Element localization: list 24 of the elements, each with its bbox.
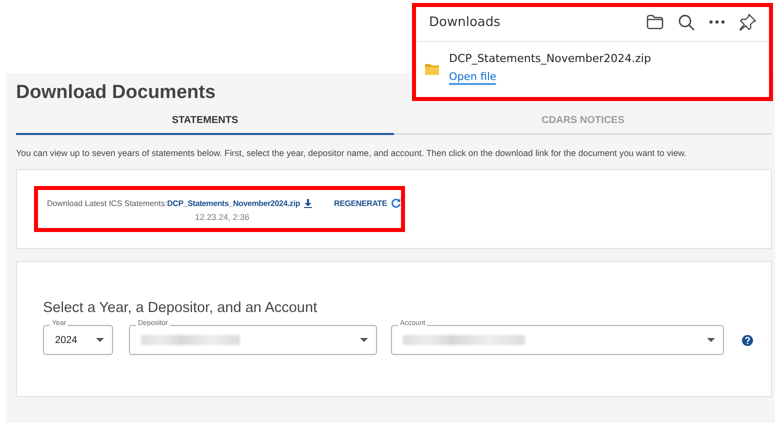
caret-icon [360, 338, 368, 342]
download-icon [304, 198, 312, 208]
file-name: DCP_Statements_November2024.zip [449, 52, 651, 65]
instructions-text: You can view up to seven years of statements below. First, select the year, depositor name, and account. Then click on the download link for the document you want to view. [16, 148, 688, 158]
caret-icon [707, 338, 715, 342]
selected-value: 2024 [55, 334, 78, 346]
year-select[interactable]: 2024 [43, 325, 113, 355]
refresh-icon [391, 198, 402, 208]
open-file-link[interactable]: Open file [449, 71, 496, 85]
folder-icon[interactable] [646, 14, 664, 30]
regenerate-button[interactable]: REGENERATE [334, 198, 402, 208]
page-title: Download Documents [16, 82, 216, 105]
help-icon[interactable] [742, 334, 753, 346]
caret-icon [96, 338, 104, 342]
pin-icon[interactable] [739, 13, 757, 31]
file-download-link[interactable]: DCP_Statements_November2024.zip [167, 198, 312, 208]
section-heading: Select a Year, a Depositor, and an Account [43, 300, 318, 316]
latest-statements-label: Download Latest ICS Statements: [47, 198, 168, 208]
tab[interactable]: STATEMENTS [16, 107, 394, 135]
panel-title: Downloads [429, 14, 502, 30]
folder-icon [425, 62, 439, 74]
more-icon[interactable] [709, 20, 725, 24]
search-icon[interactable] [678, 14, 695, 30]
timestamp: 12.23.24, 2:36 [195, 212, 250, 222]
